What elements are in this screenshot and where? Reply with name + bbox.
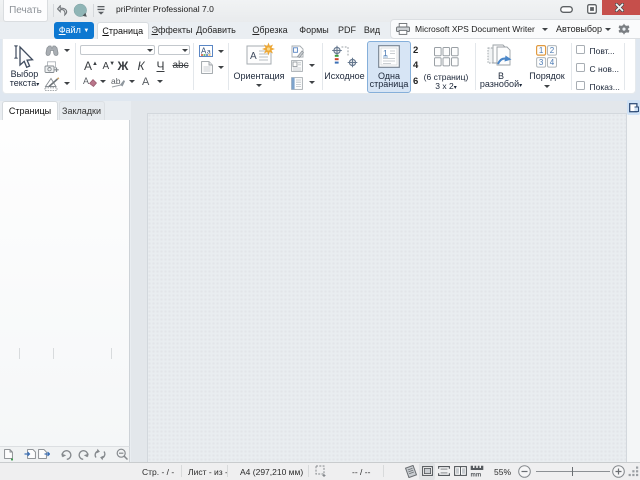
svg-text:3: 3 (538, 58, 543, 67)
svg-text:mm: mm (471, 473, 482, 478)
svg-text:A: A (250, 51, 257, 62)
svg-text:4: 4 (549, 58, 554, 67)
svg-text:1: 1 (383, 48, 388, 58)
svg-text:2: 2 (549, 46, 554, 55)
svg-text:A: A (83, 76, 89, 86)
svg-text:1: 1 (538, 46, 543, 55)
svg-text:ab: ab (111, 76, 121, 86)
